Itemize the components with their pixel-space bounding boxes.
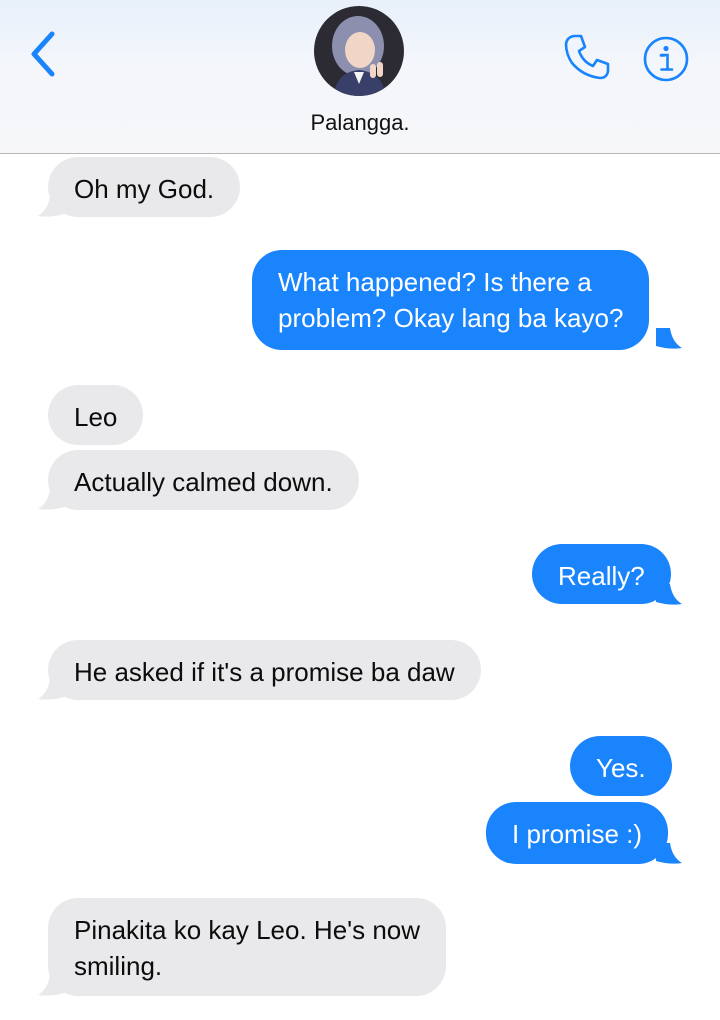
message-bubble-incoming[interactable]: He asked if it's a promise ba daw — [48, 640, 481, 700]
message-bubble-incoming[interactable]: Oh my God. — [48, 157, 241, 217]
bubble-tail-incoming — [38, 975, 64, 996]
message-text-line: Pinakita ko kay Leo. He's now — [74, 915, 421, 945]
message-bubble-outgoing[interactable]: Really? — [532, 544, 671, 604]
bubble-tail-incoming — [38, 196, 64, 217]
info-button[interactable] — [642, 35, 690, 83]
phone-icon — [564, 34, 610, 80]
bubble-tail-incoming — [38, 679, 64, 700]
message-text: Actually calmed down. — [74, 467, 333, 497]
back-button[interactable] — [26, 28, 66, 80]
contact-name[interactable]: Palangga. — [0, 110, 720, 136]
avatar-photo — [314, 6, 404, 96]
message-text-line: problem? Okay lang ba kayo? — [278, 303, 624, 333]
message-text-line: smiling. — [74, 951, 163, 981]
message-text: Really? — [558, 561, 645, 591]
bubble-tail-outgoing — [656, 328, 682, 349]
call-button[interactable] — [562, 32, 612, 82]
bubble-tail-outgoing — [656, 843, 682, 864]
message-bubble-incoming[interactable]: Actually calmed down. — [48, 450, 359, 510]
conversation-header: Palangga. — [0, 0, 720, 154]
bubble-tail-incoming — [38, 489, 64, 510]
contact-avatar[interactable] — [314, 6, 404, 96]
chevron-left-icon — [31, 31, 55, 77]
message-text: He asked if it's a promise ba daw — [74, 657, 455, 687]
message-text: Yes. — [596, 753, 646, 783]
message-text: Oh my God. — [74, 174, 215, 204]
message-bubble-incoming[interactable]: Leo — [48, 385, 144, 445]
info-icon — [643, 36, 689, 82]
message-bubble-outgoing[interactable]: I promise :) — [486, 802, 669, 864]
message-text: I promise :) — [512, 819, 643, 849]
message-bubble-incoming[interactable]: Pinakita ko kay Leo. He's now smiling. — [48, 898, 447, 996]
bubble-tail-outgoing — [656, 584, 682, 605]
message-bubble-outgoing[interactable]: What happened? Is there a problem? Okay … — [252, 250, 650, 350]
message-bubble-outgoing[interactable]: Yes. — [570, 736, 672, 796]
message-text-line: What happened? Is there a — [278, 267, 592, 297]
message-text: Leo — [74, 402, 118, 432]
